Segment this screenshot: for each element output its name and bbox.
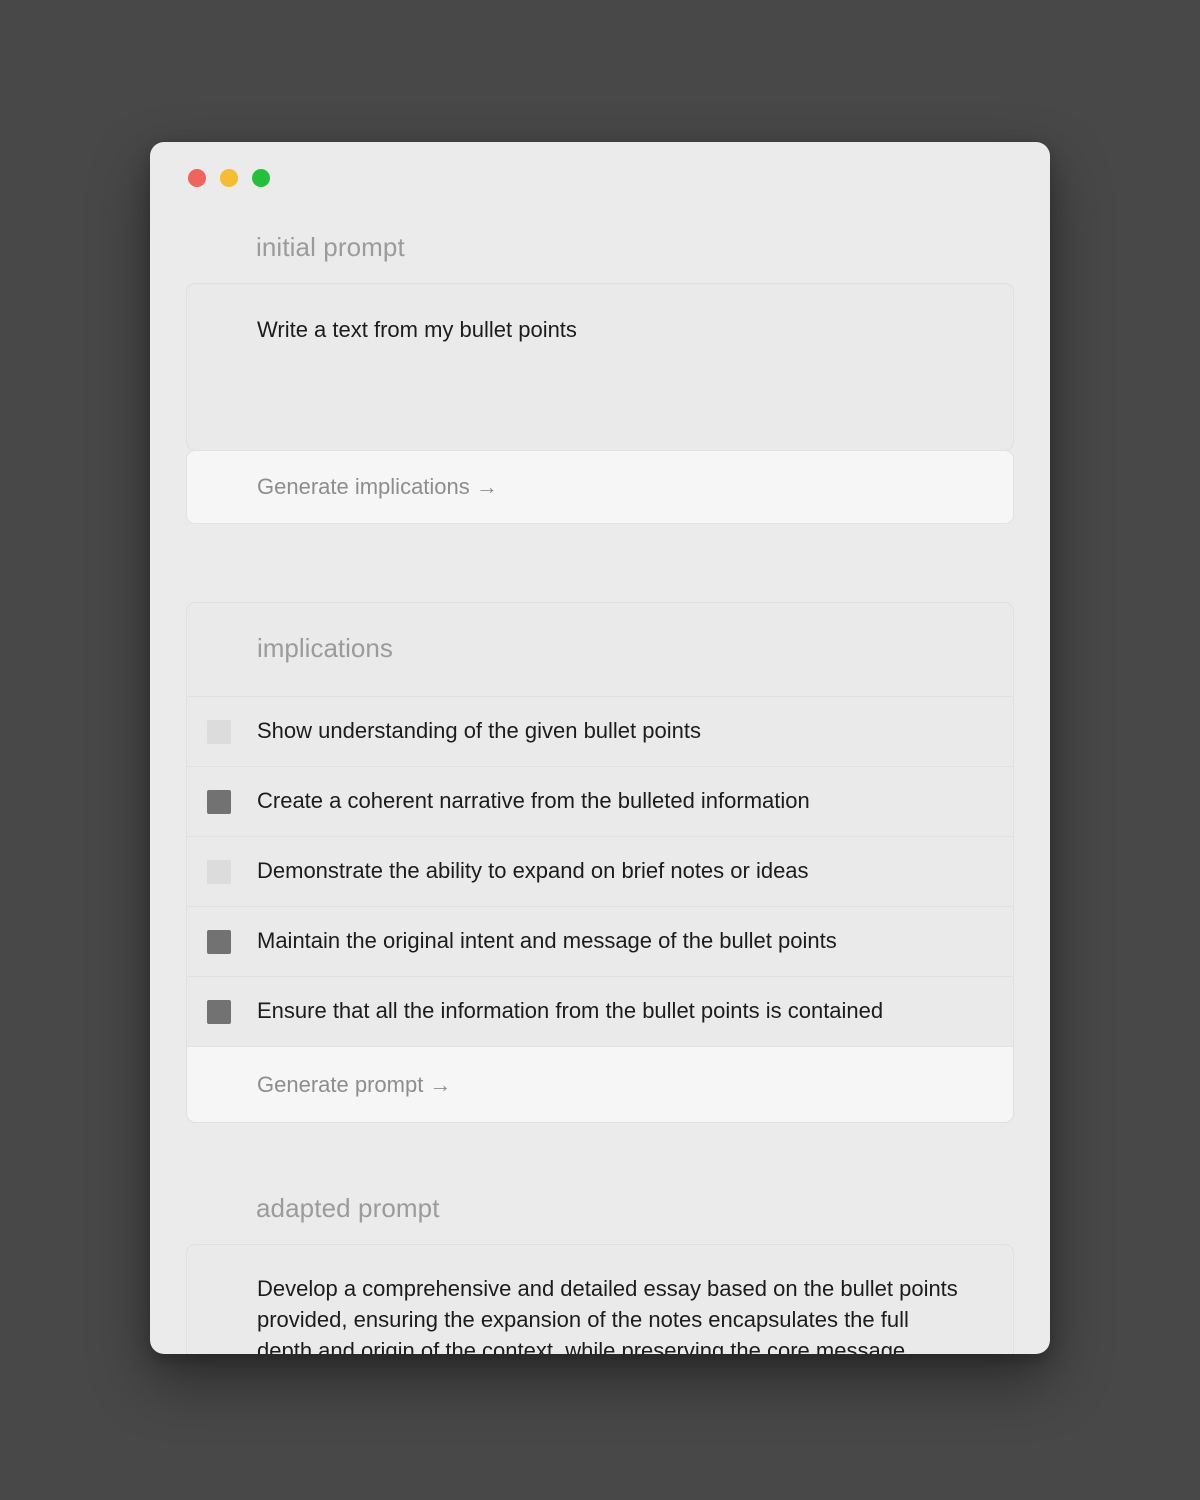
window-content: initial prompt Write a text from my bull… <box>150 214 1050 1354</box>
window-zoom-button[interactable] <box>252 169 270 187</box>
window-close-button[interactable] <box>188 169 206 187</box>
implication-checkbox-2[interactable] <box>207 789 231 814</box>
implications-card: implications Show understanding of the g… <box>186 602 1014 1123</box>
initial-prompt-input[interactable]: Write a text from my bullet points <box>187 284 1013 450</box>
implication-checkbox-5[interactable] <box>207 999 231 1024</box>
generate-prompt-button[interactable]: Generate prompt → <box>187 1046 1013 1122</box>
implications-label: implications <box>257 633 393 663</box>
implication-checkbox-4[interactable] <box>207 929 231 954</box>
implication-label-4: Maintain the original intent and message… <box>257 928 837 954</box>
window-titlebar <box>150 142 1050 214</box>
adapted-prompt-card[interactable]: Develop a comprehensive and detailed ess… <box>186 1244 1014 1354</box>
section-spacer-2 <box>186 1123 1014 1175</box>
initial-prompt-label: initial prompt <box>256 232 405 262</box>
window-minimize-button[interactable] <box>220 169 238 187</box>
implication-label-3: Demonstrate the ability to expand on bri… <box>257 858 809 884</box>
implication-checkbox-1[interactable] <box>207 719 231 744</box>
implication-row-5[interactable]: Ensure that all the information from the… <box>187 976 1013 1046</box>
initial-prompt-value: Write a text from my bullet points <box>257 317 577 342</box>
implication-label-2: Create a coherent narrative from the bul… <box>257 788 810 814</box>
implication-row-4[interactable]: Maintain the original intent and message… <box>187 906 1013 976</box>
implication-row-1[interactable]: Show understanding of the given bullet p… <box>187 696 1013 766</box>
implication-label-5: Ensure that all the information from the… <box>257 998 884 1024</box>
generate-implications-button[interactable]: Generate implications → <box>186 450 1014 524</box>
initial-prompt-card: Write a text from my bullet points <box>186 283 1014 451</box>
implication-label-1: Show understanding of the given bullet p… <box>257 718 701 744</box>
implication-row-3[interactable]: Demonstrate the ability to expand on bri… <box>187 836 1013 906</box>
app-window: initial prompt Write a text from my bull… <box>150 142 1050 1354</box>
implication-checkbox-3[interactable] <box>207 859 231 884</box>
adapted-prompt-value: Develop a comprehensive and detailed ess… <box>257 1276 958 1354</box>
implication-row-2[interactable]: Create a coherent narrative from the bul… <box>187 766 1013 836</box>
adapted-prompt-label: adapted prompt <box>256 1193 440 1223</box>
